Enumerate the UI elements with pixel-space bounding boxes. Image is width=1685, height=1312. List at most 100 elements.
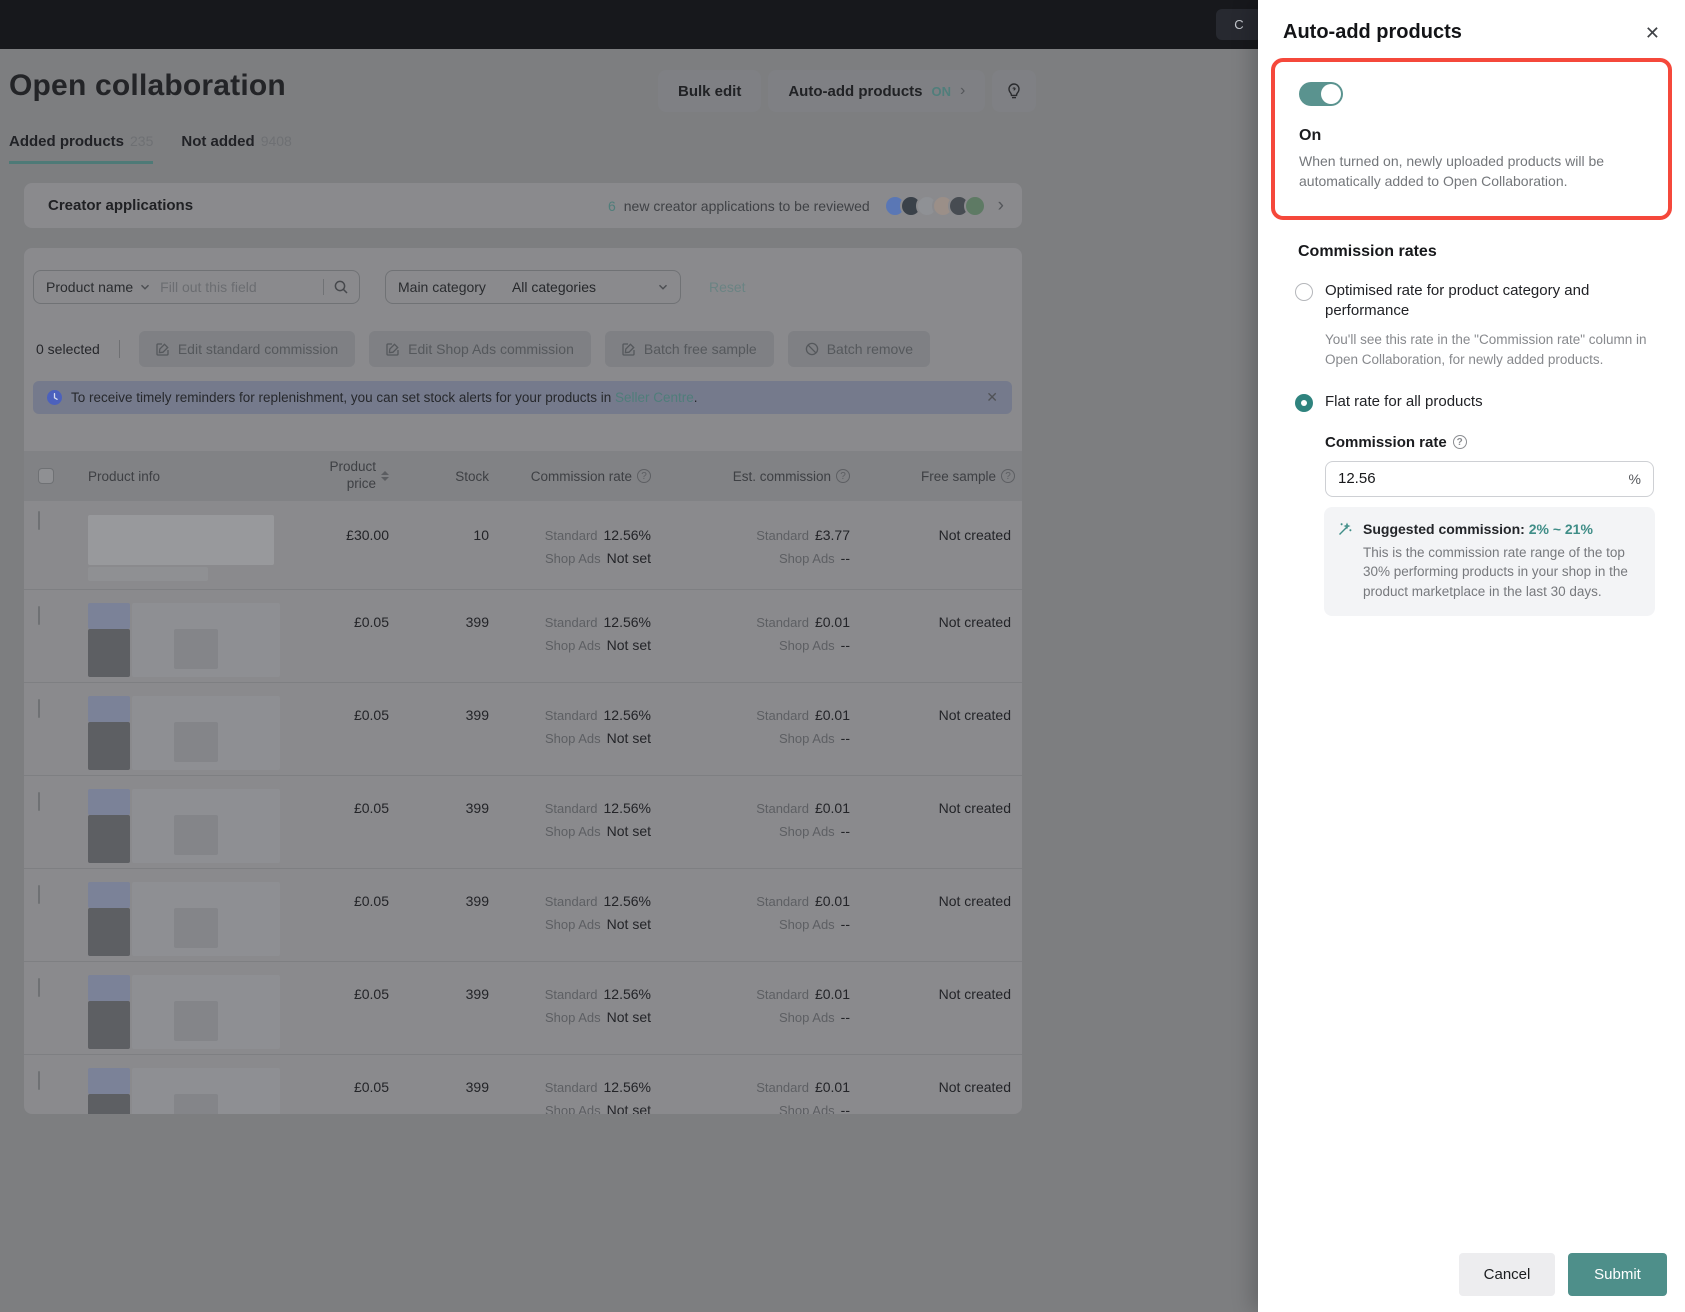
button-label: Batch free sample [644,341,757,357]
stock-alert-notice-banner: To receive timely reminders for replenis… [33,381,1012,414]
reset-filters-button[interactable]: Reset [709,279,746,295]
suggested-commission-range: 2% ~ 21% [1529,521,1593,537]
batch-free-sample-button[interactable]: Batch free sample [605,331,774,367]
highlight-annotation: On When turned on, newly uploaded produc… [1271,58,1672,220]
help-bulb-button[interactable] [992,70,1036,112]
product-name-filter[interactable]: Product name [33,270,360,304]
help-bulb-icon [1005,82,1023,100]
auto-add-products-button[interactable]: Auto-add products ON › [768,70,985,112]
table-row: £0.05 399 Standard12.56% Shop AdsNot set… [24,775,1022,868]
radio-unselected[interactable] [1295,283,1313,301]
chevron-down-icon [658,282,668,292]
search-icon[interactable] [333,279,349,295]
main-category-filter[interactable]: Main category All categories [385,270,681,304]
stock-cell: 399 [389,1072,489,1095]
edit-shop-ads-commission-button[interactable]: Edit Shop Ads commission [369,331,591,367]
est-commission-cell: Standard£0.01 Shop Ads-- [651,886,850,932]
product-info-blurred [88,1072,280,1114]
cancel-button[interactable]: Cancel [1459,1253,1555,1296]
product-price-cell: £30.00 [269,512,389,543]
row-checkbox[interactable] [38,699,40,718]
question-circle-icon[interactable]: ? [1453,435,1467,449]
row-checkbox[interactable] [38,978,40,997]
chevron-right-icon[interactable]: › [998,196,1004,215]
product-price-cell: £0.05 [269,886,389,909]
commission-rate-input[interactable] [1338,470,1629,487]
page-header-actions: Bulk edit Auto-add products ON › [658,70,1036,112]
product-info-blurred [88,700,280,772]
close-icon[interactable]: ✕ [986,389,998,406]
table-row: £0.05 399 Standard12.56% Shop AdsNot set… [24,589,1022,682]
column-free-sample: Free sample? [850,469,1011,484]
creator-applications-card[interactable]: Creator applications 6 new creator appli… [24,183,1022,228]
submit-button[interactable]: Submit [1568,1253,1667,1296]
commission-rate-field: % [1325,461,1654,497]
option-flat-rate[interactable]: Flat rate for all products [1295,392,1661,412]
stock-cell: 399 [389,979,489,1002]
table-row: £0.05 399 Standard12.56% Shop AdsNot set… [24,868,1022,961]
batch-remove-button[interactable]: Batch remove [788,331,930,367]
main-content-dimmed: Open collaboration Bulk edit Auto-add pr… [0,49,1258,1312]
divider [119,340,120,358]
table-row: £0.05 399 Standard12.56% Shop AdsNot set… [24,1054,1022,1114]
magic-wand-icon [1337,521,1353,537]
button-label: Edit Shop Ads commission [408,341,574,357]
commission-rates-heading: Commission rates [1298,243,1685,261]
chevron-down-icon [140,282,150,292]
creator-applications-count: 6 [608,198,616,214]
row-checkbox[interactable] [38,606,40,625]
button-label: Batch remove [827,341,913,357]
est-commission-cell: Standard£0.01 Shop Ads-- [651,607,850,653]
product-name-search-input[interactable] [160,279,319,295]
est-commission-cell: Standard£3.77 Shop Ads-- [651,512,850,566]
row-checkbox[interactable] [38,885,40,904]
commission-rate-cell: Standard12.56% Shop AdsNot set [489,979,651,1025]
row-checkbox[interactable] [38,1071,40,1090]
question-circle-icon[interactable]: ? [637,469,651,483]
button-label: Edit standard commission [178,341,338,357]
close-icon[interactable]: ✕ [1642,21,1663,45]
free-sample-cell: Not created [850,700,1011,723]
tab-bar: Added products 235 Not added 9408 [9,133,292,164]
suggested-commission-box: Suggested commission: 2% ~ 21% This is t… [1324,507,1655,616]
table-row: £30.00 10 Standard12.56% Shop AdsNot set… [24,501,1022,589]
tab-count: 235 [130,133,153,149]
product-price-cell: £0.05 [269,700,389,723]
column-product-price[interactable]: Product price [269,459,389,493]
edit-standard-commission-button[interactable]: Edit standard commission [139,331,355,367]
topbar-partial-button[interactable]: C [1216,9,1262,40]
bulk-edit-button[interactable]: Bulk edit [658,70,761,112]
question-circle-icon[interactable]: ? [1001,469,1015,483]
tab-not-added[interactable]: Not added 9408 [181,133,292,164]
radio-selected[interactable] [1295,394,1313,412]
product-info-blurred [88,607,280,679]
clock-icon [47,390,62,405]
auto-add-products-panel: Auto-add products ✕ On When turned on, n… [1258,0,1685,1312]
commission-rate-cell: Standard12.56% Shop AdsNot set [489,886,651,932]
select-all-checkbox[interactable] [38,468,54,484]
auto-add-toggle[interactable] [1299,82,1343,106]
tab-label: Added products [9,133,124,150]
option-optimised-rate[interactable]: Optimised rate for product category and … [1295,281,1661,322]
row-checkbox[interactable] [38,792,40,811]
commission-rate-cell: Standard12.56% Shop AdsNot set [489,793,651,839]
question-circle-icon[interactable]: ? [836,469,850,483]
stock-cell: 399 [389,886,489,909]
stock-cell: 399 [389,700,489,723]
table-header-row: Product info Product price Stock Commiss… [24,451,1022,501]
edit-icon [156,342,170,356]
sort-icon[interactable] [381,471,389,481]
page-title: Open collaboration [9,69,286,103]
product-price-cell: £0.05 [269,607,389,630]
category-filter-label: Main category [398,279,486,295]
edit-icon [622,342,636,356]
est-commission-cell: Standard£0.01 Shop Ads-- [651,793,850,839]
column-est-commission: Est. commission? [651,469,850,484]
product-price-cell: £0.05 [269,979,389,1002]
row-checkbox[interactable] [38,511,40,530]
panel-footer: Cancel Submit [1459,1253,1667,1296]
avatar [964,195,986,217]
percent-unit: % [1629,471,1641,487]
tab-added-products[interactable]: Added products 235 [9,133,153,164]
seller-centre-link[interactable]: Seller Centre [615,390,694,405]
